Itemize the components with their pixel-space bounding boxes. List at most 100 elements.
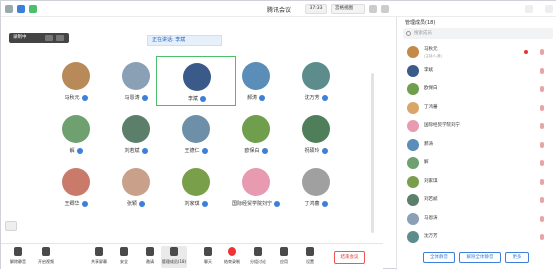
unmute-all-button[interactable]: 解除全体静音 (459, 252, 501, 263)
member-row[interactable]: 解 (397, 154, 556, 173)
member-row[interactable]: 刘家琪 (397, 173, 556, 192)
member-avatar (407, 194, 419, 206)
participant-avatar (302, 168, 330, 196)
muted-mic-icon[interactable] (540, 123, 544, 129)
member-row[interactable]: 刘若斌 (397, 191, 556, 210)
member-avatar (407, 212, 419, 225)
member-row[interactable]: 马恩涛 (397, 210, 556, 229)
participant-avatar (182, 168, 210, 196)
recording-label: 录制中 (13, 35, 27, 40)
participant-avatar (182, 115, 210, 143)
toolbar-mic-button[interactable]: 解除静音 (5, 246, 31, 268)
member-avatar (407, 138, 419, 151)
participant-name: 丁鸿蕃 (276, 200, 356, 207)
record-icon (228, 247, 236, 256)
recording-indicator: 录制中 (9, 33, 69, 43)
toolbar-gear-button[interactable]: 设置 (297, 246, 323, 268)
panel-toggle-icon[interactable] (381, 5, 389, 13)
breakout-icon (254, 247, 262, 256)
panel-title: 管理成员(18) (405, 20, 436, 26)
gear-icon (306, 247, 314, 256)
muted-mic-icon[interactable] (540, 104, 544, 111)
invite-icon (146, 247, 154, 256)
participant-name: 沈万芳 (276, 94, 356, 101)
muted-mic-icon[interactable] (540, 141, 544, 148)
more-button[interactable]: 更多 (505, 252, 529, 263)
meeting-window: 腾讯会议 37:33 宫格视图 录制中 正在讲话: 李斌 马秋元 马恩涛 李斌 郝涛沈… (0, 0, 556, 270)
mic-status-icon (81, 94, 88, 101)
participant-avatar (183, 63, 211, 91)
member-row[interactable]: 郝涛 (397, 136, 556, 155)
pause-recording-button[interactable] (45, 35, 53, 41)
panel-buttons: 全体静音 解除全体静音 更多 (397, 250, 556, 266)
participant-tile[interactable]: 沈万芳 (276, 56, 356, 106)
member-row[interactable]: 马秋元 (主持人,我) (397, 43, 556, 62)
muted-mic-icon[interactable] (540, 86, 544, 92)
search-icon (406, 31, 411, 36)
muted-mic-icon[interactable] (540, 67, 544, 74)
toolbar-camera-button[interactable]: 开启视频 (33, 246, 59, 268)
participant-avatar (302, 62, 330, 90)
mic-status-icon (141, 147, 148, 154)
window-title: 腾讯会议 (266, 7, 291, 14)
mic-status-icon (81, 200, 88, 207)
mute-all-button[interactable]: 全体静音 (423, 252, 455, 263)
member-search-input[interactable]: 搜索成员 (403, 28, 553, 39)
muted-mic-icon[interactable] (540, 234, 544, 240)
close-icon[interactable] (545, 5, 553, 13)
member-row[interactable]: 国际经贸学院刘宁 (397, 117, 556, 136)
muted-mic-icon[interactable] (540, 197, 544, 203)
participant-avatar (242, 62, 270, 90)
mic-status-icon (321, 147, 328, 154)
mic-icon (14, 247, 22, 256)
mic-status-icon (201, 147, 208, 154)
mic-status-icon (321, 200, 328, 207)
participant-tile[interactable]: 祝硕玲 (276, 109, 356, 159)
meeting-timer: 37:33 (305, 4, 327, 14)
member-avatar (407, 157, 419, 169)
member-avatar (407, 46, 419, 58)
muted-mic-icon[interactable] (540, 49, 544, 55)
members-icon (170, 247, 178, 256)
member-avatar (407, 175, 419, 188)
participant-tile[interactable]: 丁鸿蕃 (276, 162, 356, 212)
mic-status-icon (200, 95, 206, 102)
toolbar-members-button[interactable]: 管理成员(18) (161, 246, 187, 268)
chat-icon (204, 247, 212, 256)
side-menu-button[interactable] (5, 221, 17, 231)
mic-status-icon (201, 200, 208, 207)
member-avatar (407, 83, 419, 95)
grid-scrollbar[interactable] (371, 73, 374, 233)
member-row[interactable]: 沈万芳 (397, 228, 556, 247)
title-bar: 腾讯会议 37:33 宫格视图 (1, 1, 556, 17)
participant-avatar (62, 62, 90, 90)
mic-status-icon (261, 147, 268, 154)
bottom-toolbar: 解除静音 开启视频 共享屏幕 安全 邀请 管理成员(18) 聊天 结束录制 分组讨论 应用 设置 结… (1, 243, 383, 270)
screen-share-icon (95, 247, 103, 256)
participant-avatar (122, 115, 150, 143)
participant-avatar (62, 168, 90, 196)
camera-icon (42, 247, 50, 256)
member-row[interactable]: 李斌 (397, 62, 556, 81)
member-avatar (407, 231, 419, 243)
participant-avatar (302, 115, 330, 143)
member-row[interactable]: 欧保白 (397, 80, 556, 99)
recording-dot-icon (524, 50, 528, 54)
view-switch-button[interactable]: 宫格视图 (331, 4, 365, 14)
fullscreen-icon[interactable] (369, 5, 377, 13)
member-avatar (407, 101, 419, 114)
apps-icon (280, 247, 288, 256)
mic-status-icon (141, 94, 148, 101)
muted-mic-icon[interactable] (540, 160, 544, 166)
video-grid-area: 录制中 正在讲话: 李斌 马秋元 马恩涛 李斌 郝涛 沈万芳解刘若斌 王德仁 欧保白 祝硕玲王… (1, 17, 383, 243)
members-panel: 管理成员(18) 搜索成员 马秋元 (主持人,我) 李斌 欧保白 丁鸿蕃 国际经贸学院刘宁… (396, 17, 556, 270)
muted-mic-icon[interactable] (540, 215, 544, 222)
member-row[interactable]: 丁鸿蕃 (397, 99, 556, 118)
stop-recording-button[interactable] (56, 35, 64, 41)
end-meeting-button[interactable]: 结束会议 (334, 251, 365, 264)
minimize-icon[interactable] (525, 5, 533, 13)
participant-avatar (62, 115, 90, 143)
muted-mic-icon[interactable] (540, 178, 544, 185)
mic-status-icon (259, 94, 265, 101)
member-avatar (407, 120, 419, 132)
